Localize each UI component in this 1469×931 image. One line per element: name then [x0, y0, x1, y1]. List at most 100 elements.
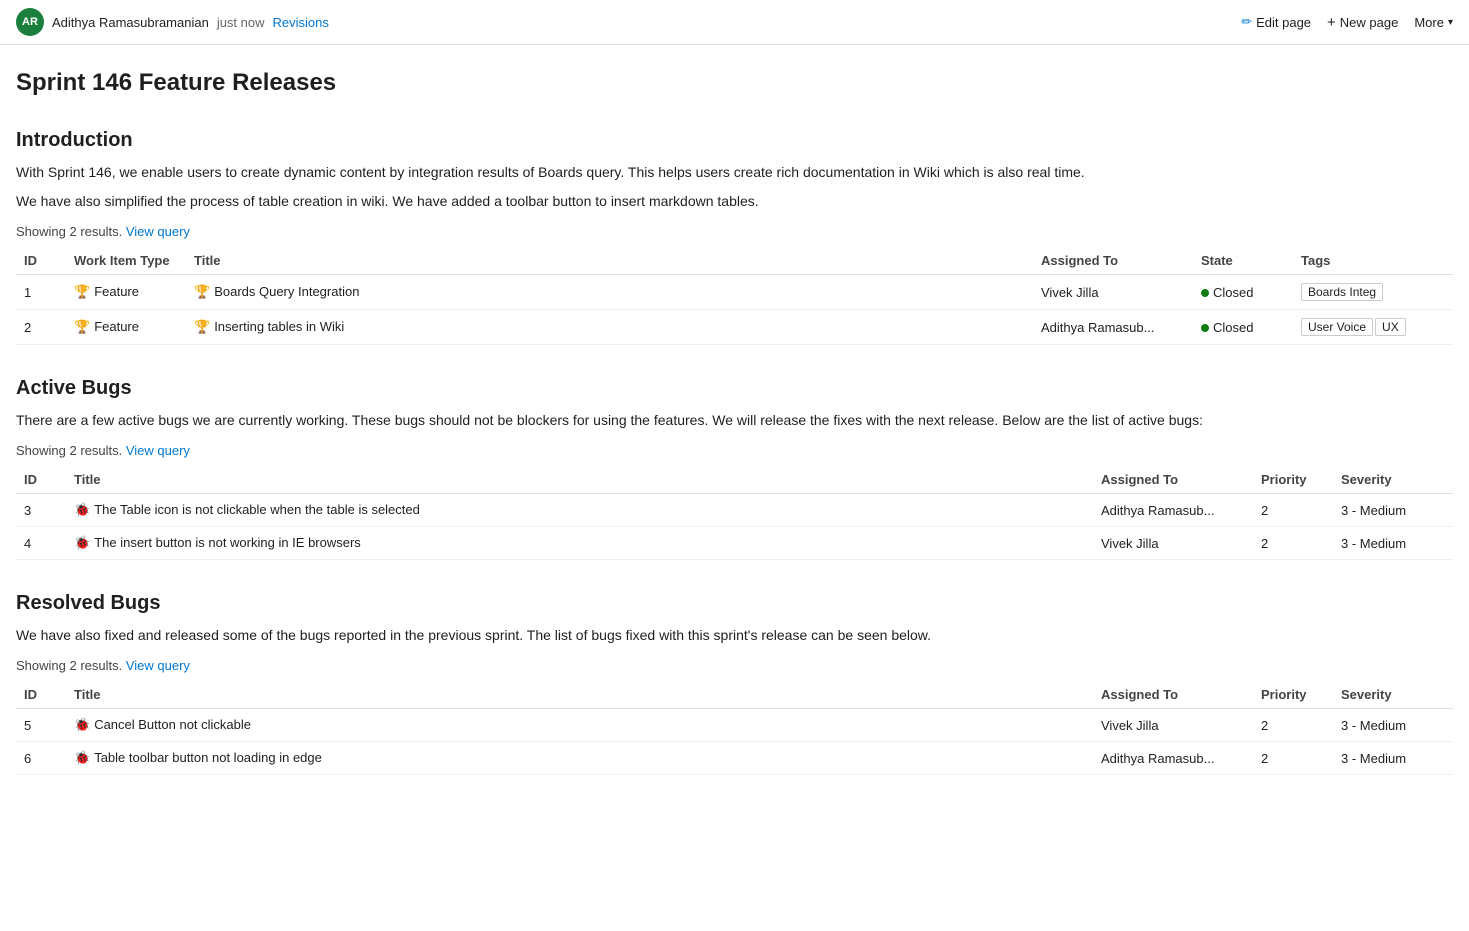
active-bugs-para: There are a few active bugs we are curre… — [16, 410, 1453, 431]
bug-table-row: 4 🐞The insert button is not working in I… — [16, 527, 1453, 560]
col-header-id: ID — [16, 247, 66, 275]
intro-row-tags: User VoiceUX — [1293, 310, 1453, 345]
intro-view-query-link[interactable]: View query — [126, 224, 190, 239]
col-header-type: Work Item Type — [66, 247, 186, 275]
intro-row-id: 1 — [16, 275, 66, 310]
col-header-assigned-resolved: Assigned To — [1093, 681, 1253, 709]
col-header-priority-resolved: Priority — [1253, 681, 1333, 709]
introduction-title: Introduction — [16, 129, 1453, 152]
bug-row-id: 4 — [16, 527, 66, 560]
col-header-assigned: Assigned To — [1033, 247, 1193, 275]
state-dot — [1201, 324, 1209, 332]
header-left: AR Adithya Ramasubramanian just now Revi… — [16, 8, 329, 36]
active-bugs-showing-results: Showing 2 results. View query — [16, 443, 1453, 458]
bug-row-title: 🐞The Table icon is not clickable when th… — [66, 494, 1093, 527]
col-header-title-bugs: Title — [66, 466, 1093, 494]
tag-badge: Boards Integ — [1301, 283, 1383, 301]
tag-badge: UX — [1375, 318, 1406, 336]
col-header-id-resolved: ID — [16, 681, 66, 709]
bug-table-row: 3 🐞The Table icon is not clickable when … — [16, 494, 1453, 527]
intro-table-row: 2 🏆Feature 🏆Inserting tables in Wiki Adi… — [16, 310, 1453, 345]
page-title: Sprint 146 Feature Releases — [16, 69, 1453, 97]
resolved-bug-table-row: 6 🐞Table toolbar button not loading in e… — [16, 742, 1453, 775]
intro-para-2: We have also simplified the process of t… — [16, 191, 1453, 212]
intro-row-title: 🏆Inserting tables in Wiki — [186, 310, 1033, 345]
resolved-bugs-showing-results: Showing 2 results. View query — [16, 658, 1453, 673]
more-button[interactable]: More ▾ — [1414, 15, 1453, 30]
edit-page-button[interactable]: Edit page — [1241, 14, 1311, 30]
feature-icon: 🏆 — [74, 319, 90, 335]
resolved-bug-row-priority: 2 — [1253, 709, 1333, 742]
resolved-bugs-para: We have also fixed and released some of … — [16, 625, 1453, 646]
bug-row-assigned: Adithya Ramasub... — [1093, 494, 1253, 527]
col-header-title: Title — [186, 247, 1033, 275]
resolved-bug-row-id: 6 — [16, 742, 66, 775]
bugs-table-header: ID Title Assigned To Priority Severity — [16, 466, 1453, 494]
bug-row-severity: 3 - Medium — [1333, 494, 1453, 527]
bug-row-severity: 3 - Medium — [1333, 527, 1453, 560]
active-bugs-view-query-link[interactable]: View query — [126, 443, 190, 458]
bug-row-assigned: Vivek Jilla — [1093, 527, 1253, 560]
intro-row-tags: Boards Integ — [1293, 275, 1453, 310]
bug-row-title: 🐞The insert button is not working in IE … — [66, 527, 1093, 560]
col-header-severity-bugs: Severity — [1333, 466, 1453, 494]
page-content: Sprint 146 Feature Releases Introduction… — [0, 45, 1469, 815]
resolved-bug-row-priority: 2 — [1253, 742, 1333, 775]
resolved-bug-row-severity: 3 - Medium — [1333, 742, 1453, 775]
resolved-bug-row-title: 🐞Table toolbar button not loading in edg… — [66, 742, 1093, 775]
author-name: Adithya Ramasubramanian — [52, 15, 209, 30]
bug-row-priority: 2 — [1253, 494, 1333, 527]
intro-row-id: 2 — [16, 310, 66, 345]
new-page-label: New page — [1340, 15, 1399, 30]
bug-icon: 🐞 — [74, 535, 90, 551]
resolved-bug-row-assigned: Vivek Jilla — [1093, 709, 1253, 742]
intro-row-title: 🏆Boards Query Integration — [186, 275, 1033, 310]
intro-showing-results: Showing 2 results. View query — [16, 224, 1453, 239]
resolved-bugs-title: Resolved Bugs — [16, 592, 1453, 615]
more-label: More — [1414, 15, 1444, 30]
resolved-bugs-table: ID Title Assigned To Priority Severity 5… — [16, 681, 1453, 775]
edit-page-label: Edit page — [1256, 15, 1311, 30]
intro-para-1: With Sprint 146, we enable users to crea… — [16, 162, 1453, 183]
intro-row-state: Closed — [1193, 275, 1293, 310]
avatar: AR — [16, 8, 44, 36]
plus-icon — [1327, 14, 1336, 31]
col-header-title-resolved: Title — [66, 681, 1093, 709]
bug-row-id: 3 — [16, 494, 66, 527]
intro-row-assigned: Adithya Ramasub... — [1033, 310, 1193, 345]
feature-icon: 🏆 — [74, 284, 90, 300]
timestamp: just now — [217, 15, 265, 30]
col-header-priority-bugs: Priority — [1253, 466, 1333, 494]
feature-title-icon: 🏆 — [194, 284, 210, 300]
bug-icon: 🐞 — [74, 502, 90, 518]
new-page-button[interactable]: New page — [1327, 14, 1398, 31]
resolved-bug-icon: 🐞 — [74, 750, 90, 766]
col-header-state: State — [1193, 247, 1293, 275]
revisions-link[interactable]: Revisions — [273, 15, 329, 30]
feature-title-icon: 🏆 — [194, 319, 210, 335]
intro-row-type: 🏆Feature — [66, 310, 186, 345]
header-bar: AR Adithya Ramasubramanian just now Revi… — [0, 0, 1469, 45]
resolved-bugs-view-query-link[interactable]: View query — [126, 658, 190, 673]
chevron-down-icon: ▾ — [1448, 17, 1453, 28]
intro-table-row: 1 🏆Feature 🏆Boards Query Integration Viv… — [16, 275, 1453, 310]
resolved-bug-icon: 🐞 — [74, 717, 90, 733]
bug-row-priority: 2 — [1253, 527, 1333, 560]
resolved-bugs-table-header: ID Title Assigned To Priority Severity — [16, 681, 1453, 709]
state-dot — [1201, 289, 1209, 297]
header-right: Edit page New page More ▾ — [1241, 14, 1453, 31]
introduction-table: ID Work Item Type Title Assigned To Stat… — [16, 247, 1453, 345]
active-bugs-table: ID Title Assigned To Priority Severity 3… — [16, 466, 1453, 560]
active-bugs-title: Active Bugs — [16, 377, 1453, 400]
resolved-bug-row-severity: 3 - Medium — [1333, 709, 1453, 742]
resolved-bug-table-row: 5 🐞Cancel Button not clickable Vivek Jil… — [16, 709, 1453, 742]
resolved-bug-row-id: 5 — [16, 709, 66, 742]
resolved-bug-row-title: 🐞Cancel Button not clickable — [66, 709, 1093, 742]
col-header-id-bugs: ID — [16, 466, 66, 494]
col-header-severity-resolved: Severity — [1333, 681, 1453, 709]
intro-row-type: 🏆Feature — [66, 275, 186, 310]
resolved-bug-row-assigned: Adithya Ramasub... — [1093, 742, 1253, 775]
col-header-tags: Tags — [1293, 247, 1453, 275]
col-header-assigned-bugs: Assigned To — [1093, 466, 1253, 494]
tag-badge: User Voice — [1301, 318, 1373, 336]
